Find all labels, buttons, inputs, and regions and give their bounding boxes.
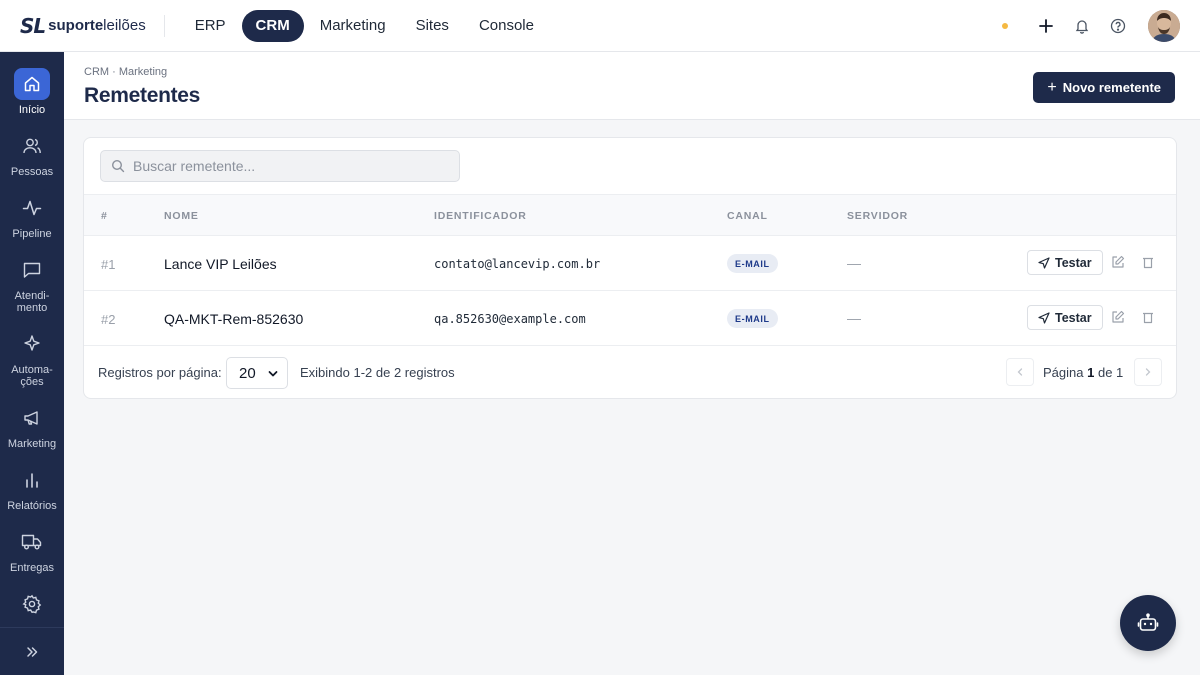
sidebar-item-pessoas[interactable]: Pessoas	[0, 130, 64, 178]
column-header[interactable]: SERVIDOR	[847, 210, 908, 222]
sidebar-item-label: Relatórios	[7, 500, 57, 512]
plus-icon[interactable]	[1034, 14, 1058, 38]
column-header[interactable]: IDENTIFICADOR	[434, 210, 527, 222]
per-page-value: 20	[239, 364, 256, 382]
status-dot	[1002, 23, 1008, 29]
top-nav: ERP CRM Marketing Sites Console	[181, 9, 548, 42]
sidebar-item-marketing[interactable]: Marketing	[0, 402, 64, 450]
chat-icon	[14, 254, 50, 286]
sender-name: Lance VIP Leilões	[164, 256, 277, 272]
sidebar-item-relatorios[interactable]: Relatórios	[0, 464, 64, 512]
search-box[interactable]	[100, 150, 460, 182]
edit-icon[interactable]	[1111, 310, 1125, 324]
top-bar: SL suporteleilões ERP CRM Marketing Site…	[0, 0, 1200, 52]
server-value: —	[847, 310, 861, 326]
chevron-down-icon	[268, 371, 278, 377]
sidebar-item-label: Marketing	[7, 438, 57, 450]
row-number: #1	[101, 257, 116, 272]
page-indicator: Página 1 de 1	[1043, 365, 1124, 380]
send-icon	[1038, 256, 1050, 269]
column-header[interactable]: NOME	[164, 210, 199, 222]
chevron-right-icon	[1145, 368, 1151, 376]
table-header: # NOME IDENTIFICADOR CANAL SERVIDOR	[84, 194, 1176, 236]
records-info: Exibindo 1-2 de 2 registros	[300, 365, 455, 380]
logo-text: suporteleilões	[48, 17, 146, 34]
top-nav-sites[interactable]: Sites	[402, 10, 463, 42]
sidebar-item-label: Início	[18, 104, 46, 116]
test-label: Testar	[1055, 310, 1092, 325]
channel-badge: E-MAIL	[727, 254, 778, 273]
sidebar-item-automacoes[interactable]: Automa- ções	[0, 328, 64, 388]
per-page-label: Registros por página:	[98, 365, 222, 380]
sidebar: Início Pessoas Pipeline Atendi- mento Au…	[0, 52, 64, 675]
table-footer: Registros por página: 20 Exibindo 1-2 de…	[84, 346, 1176, 398]
top-nav-crm[interactable]: CRM	[241, 9, 304, 42]
edit-icon[interactable]	[1111, 255, 1125, 269]
server-value: —	[847, 255, 861, 271]
next-page-button[interactable]	[1134, 358, 1162, 386]
sender-identifier: contato@lancevip.com.br	[434, 257, 601, 271]
per-page-select[interactable]: 20	[226, 357, 288, 389]
sidebar-item-entregas[interactable]: Entregas	[0, 526, 64, 574]
logo-mark: SL	[20, 13, 46, 38]
sidebar-item-pipeline[interactable]: Pipeline	[0, 192, 64, 240]
robot-icon	[1137, 613, 1159, 631]
sidebar-item-label: Entregas	[9, 562, 55, 574]
users-icon	[14, 130, 50, 162]
bell-icon[interactable]	[1070, 14, 1094, 38]
page-title: Remetentes	[84, 84, 201, 107]
sidebar-item-settings[interactable]	[0, 588, 64, 620]
home-icon	[14, 68, 50, 100]
breadcrumb[interactable]: CRM · Marketing	[84, 66, 167, 78]
sidebar-item-inicio[interactable]: Início	[0, 68, 64, 116]
senders-card: # NOME IDENTIFICADOR CANAL SERVIDOR #1 L…	[83, 137, 1177, 399]
table-row[interactable]: #1 Lance VIP Leilões contato@lancevip.co…	[84, 236, 1176, 291]
sender-name: QA-MKT-Rem-852630	[164, 311, 304, 327]
send-icon	[1038, 311, 1050, 324]
top-nav-erp[interactable]: ERP	[181, 10, 240, 42]
brand-logo[interactable]: SL suporteleilões	[0, 0, 146, 52]
sidebar-item-label: Automa- ções	[11, 364, 53, 388]
prev-page-button[interactable]	[1006, 358, 1034, 386]
top-nav-console[interactable]: Console	[465, 10, 548, 42]
sender-identifier: qa.852630@example.com	[434, 312, 586, 326]
activity-icon	[14, 192, 50, 224]
sidebar-item-label: Atendi- mento	[14, 290, 50, 314]
help-icon[interactable]	[1106, 14, 1130, 38]
gear-icon	[14, 588, 50, 620]
test-label: Testar	[1055, 255, 1092, 270]
chevron-left-icon	[1017, 368, 1023, 376]
column-header[interactable]: CANAL	[727, 210, 768, 222]
search-icon	[111, 159, 125, 173]
avatar[interactable]	[1148, 10, 1180, 42]
column-header: #	[101, 210, 108, 222]
plus-icon: +	[1047, 78, 1057, 96]
chevrons-right-icon	[27, 646, 38, 657]
sidebar-item-label: Pipeline	[12, 228, 52, 240]
divider	[163, 14, 165, 37]
channel-badge: E-MAIL	[727, 309, 778, 328]
test-button[interactable]: Testar	[1027, 250, 1103, 275]
new-sender-label: Novo remetente	[1062, 80, 1161, 95]
assistant-bot-button[interactable]	[1120, 595, 1176, 651]
delete-icon[interactable]	[1141, 255, 1155, 269]
test-button[interactable]: Testar	[1027, 305, 1103, 330]
sidebar-item-label: Pessoas	[10, 166, 54, 178]
table-row[interactable]: #2 QA-MKT-Rem-852630 qa.852630@example.c…	[84, 291, 1176, 346]
row-number: #2	[101, 312, 116, 327]
top-actions	[1002, 0, 1180, 52]
top-nav-marketing[interactable]: Marketing	[306, 10, 400, 42]
new-sender-button[interactable]: + Novo remetente	[1033, 72, 1175, 103]
sidebar-item-atendimento[interactable]: Atendi- mento	[0, 254, 64, 314]
delete-icon[interactable]	[1141, 310, 1155, 324]
sidebar-expand-button[interactable]	[0, 627, 64, 675]
sparkle-icon	[14, 328, 50, 360]
search-input[interactable]	[133, 158, 433, 174]
page-header: CRM · Marketing Remetentes + Novo remete…	[64, 52, 1200, 120]
bar-chart-icon	[14, 464, 50, 496]
megaphone-icon	[14, 402, 50, 434]
truck-icon	[14, 526, 50, 558]
